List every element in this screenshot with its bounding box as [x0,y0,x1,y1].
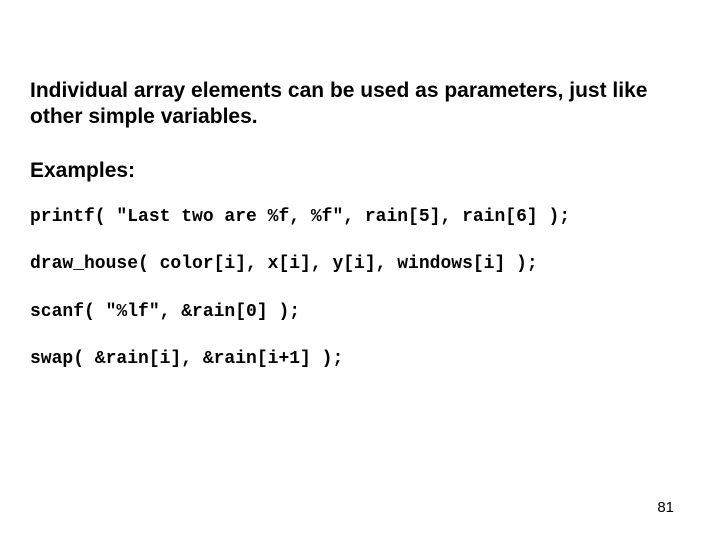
code-line-4: swap( &rain[i], &rain[i+1] ); [30,349,690,371]
intro-text: Individual array elements can be used as… [30,78,690,131]
page-number: 81 [657,499,674,516]
code-line-3: scanf( "%lf", &rain[0] ); [30,302,690,324]
examples-heading: Examples: [30,159,690,183]
slide: Individual array elements can be used as… [0,0,720,540]
code-line-1: printf( "Last two are %f, %f", rain[5], … [30,207,690,229]
code-line-2: draw_house( color[i], x[i], y[i], window… [30,254,690,276]
